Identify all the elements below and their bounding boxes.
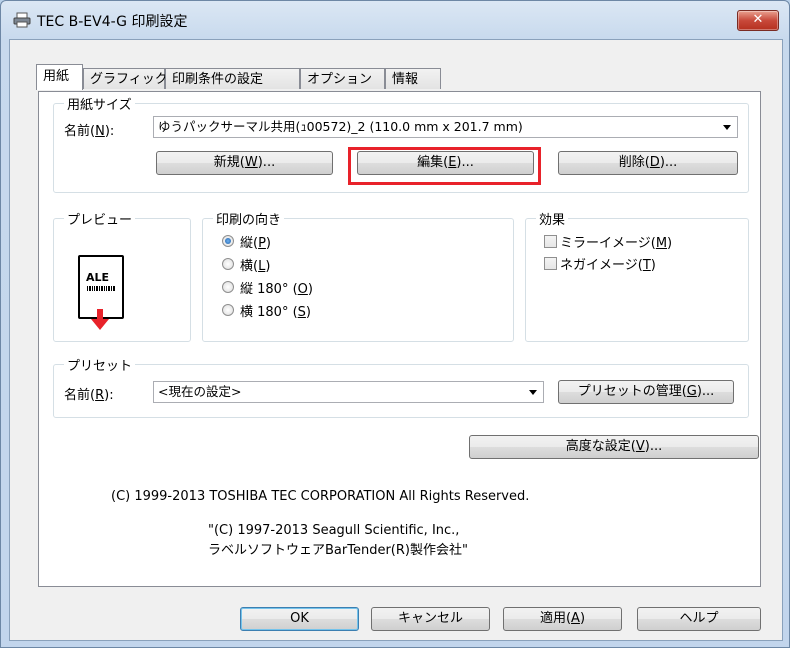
negative-image-checkbox[interactable] <box>544 257 557 270</box>
copyright-seagull: "(C) 1997-2013 Seagull Scientific, Inc., <box>208 523 460 538</box>
paper-size-select[interactable]: ゆうパックサーマル共用(ｭ00572)_2 (110.0 mm x 201.7 … <box>153 116 738 138</box>
effects-group: 効果 ミラーイメージ(M) ネガイメージ(T) <box>525 209 749 342</box>
orientation-portrait-radio[interactable] <box>222 235 234 247</box>
paper-tab-panel: 用紙サイズ 名前(N): ゆうパックサーマル共用(ｭ00572)_2 (110.… <box>38 91 761 587</box>
edit-button-highlight <box>348 147 541 185</box>
paper-size-group-label: 用紙サイズ <box>64 94 135 113</box>
preset-value: <現在の設定> <box>158 384 242 399</box>
preset-select[interactable]: <現在の設定> <box>153 381 544 403</box>
preview-doc-text: ALE <box>86 271 110 284</box>
tab-info[interactable]: 情報 <box>385 68 441 89</box>
help-button[interactable]: ヘルプ <box>637 607 761 631</box>
orientation-landscape-180-label: 横 180° (S) <box>240 305 311 320</box>
advanced-settings-button[interactable]: 高度な設定(V)... <box>469 435 759 459</box>
apply-button[interactable]: 適用(A) <box>503 607 622 631</box>
tab-graphics[interactable]: グラフィック <box>83 68 168 89</box>
mirror-image-label: ミラーイメージ(M) <box>560 236 673 251</box>
preset-group: プリセット 名前(R): <現在の設定> プリセットの管理(G)... <box>53 355 749 418</box>
orientation-group-label: 印刷の向き <box>213 209 285 228</box>
orientation-landscape-radio[interactable] <box>222 258 234 270</box>
cancel-button[interactable]: キャンセル <box>371 607 490 631</box>
orientation-group: 印刷の向き 縦(P) 横(L) 縦 180° (O) 横 180° (S) <box>202 209 514 342</box>
barcode-icon <box>87 286 115 291</box>
feed-direction-arrow-icon <box>91 309 109 330</box>
preset-name-label: 名前(R): <box>64 388 114 403</box>
title-bar[interactable]: TEC B-EV4-G 印刷設定 ✕ <box>1 1 789 39</box>
dialog-client-area: 用紙 グラフィック 印刷条件の設定 オプション 情報 用紙サイズ 名前(N): … <box>9 39 783 641</box>
new-paper-button[interactable]: 新規(W)... <box>156 151 333 175</box>
delete-paper-button[interactable]: 削除(D)... <box>558 151 738 175</box>
orientation-portrait-180-label: 縦 180° (O) <box>240 282 313 297</box>
effects-group-label: 効果 <box>536 209 569 228</box>
tab-options[interactable]: オプション <box>300 68 385 89</box>
orientation-landscape-label: 横(L) <box>240 259 271 274</box>
copyright-bartender: ラベルソフトウェアBarTender(R)製作会社" <box>208 543 468 558</box>
window-title: TEC B-EV4-G 印刷設定 <box>37 14 188 30</box>
mirror-image-checkbox[interactable] <box>544 235 557 248</box>
tab-paper[interactable]: 用紙 <box>36 64 83 90</box>
print-settings-window: TEC B-EV4-G 印刷設定 ✕ 用紙 グラフィック 印刷条件の設定 オプシ… <box>0 0 790 648</box>
ok-button[interactable]: OK <box>240 607 359 631</box>
close-button[interactable]: ✕ <box>737 10 779 31</box>
tab-print-conditions[interactable]: 印刷条件の設定 <box>165 68 300 89</box>
printer-icon <box>13 12 31 28</box>
paper-size-value: ゆうパックサーマル共用(ｭ00572)_2 (110.0 mm x 201.7 … <box>158 119 523 134</box>
manage-presets-button[interactable]: プリセットの管理(G)... <box>558 380 734 404</box>
copyright-toshiba: (C) 1999-2013 TOSHIBA TEC CORPORATION Al… <box>111 489 530 504</box>
orientation-portrait-label: 縦(P) <box>240 236 271 251</box>
dropdown-arrow-icon <box>529 390 537 395</box>
preview-group-label: プレビュー <box>64 209 136 228</box>
dropdown-arrow-icon <box>723 125 731 130</box>
preview-group: プレビュー ALE <box>53 209 191 342</box>
orientation-landscape-180-radio[interactable] <box>222 304 234 316</box>
paper-name-label: 名前(N): <box>64 124 115 139</box>
orientation-portrait-180-radio[interactable] <box>222 281 234 293</box>
negative-image-label: ネガイメージ(T) <box>560 258 656 273</box>
preset-group-label: プリセット <box>64 355 136 374</box>
